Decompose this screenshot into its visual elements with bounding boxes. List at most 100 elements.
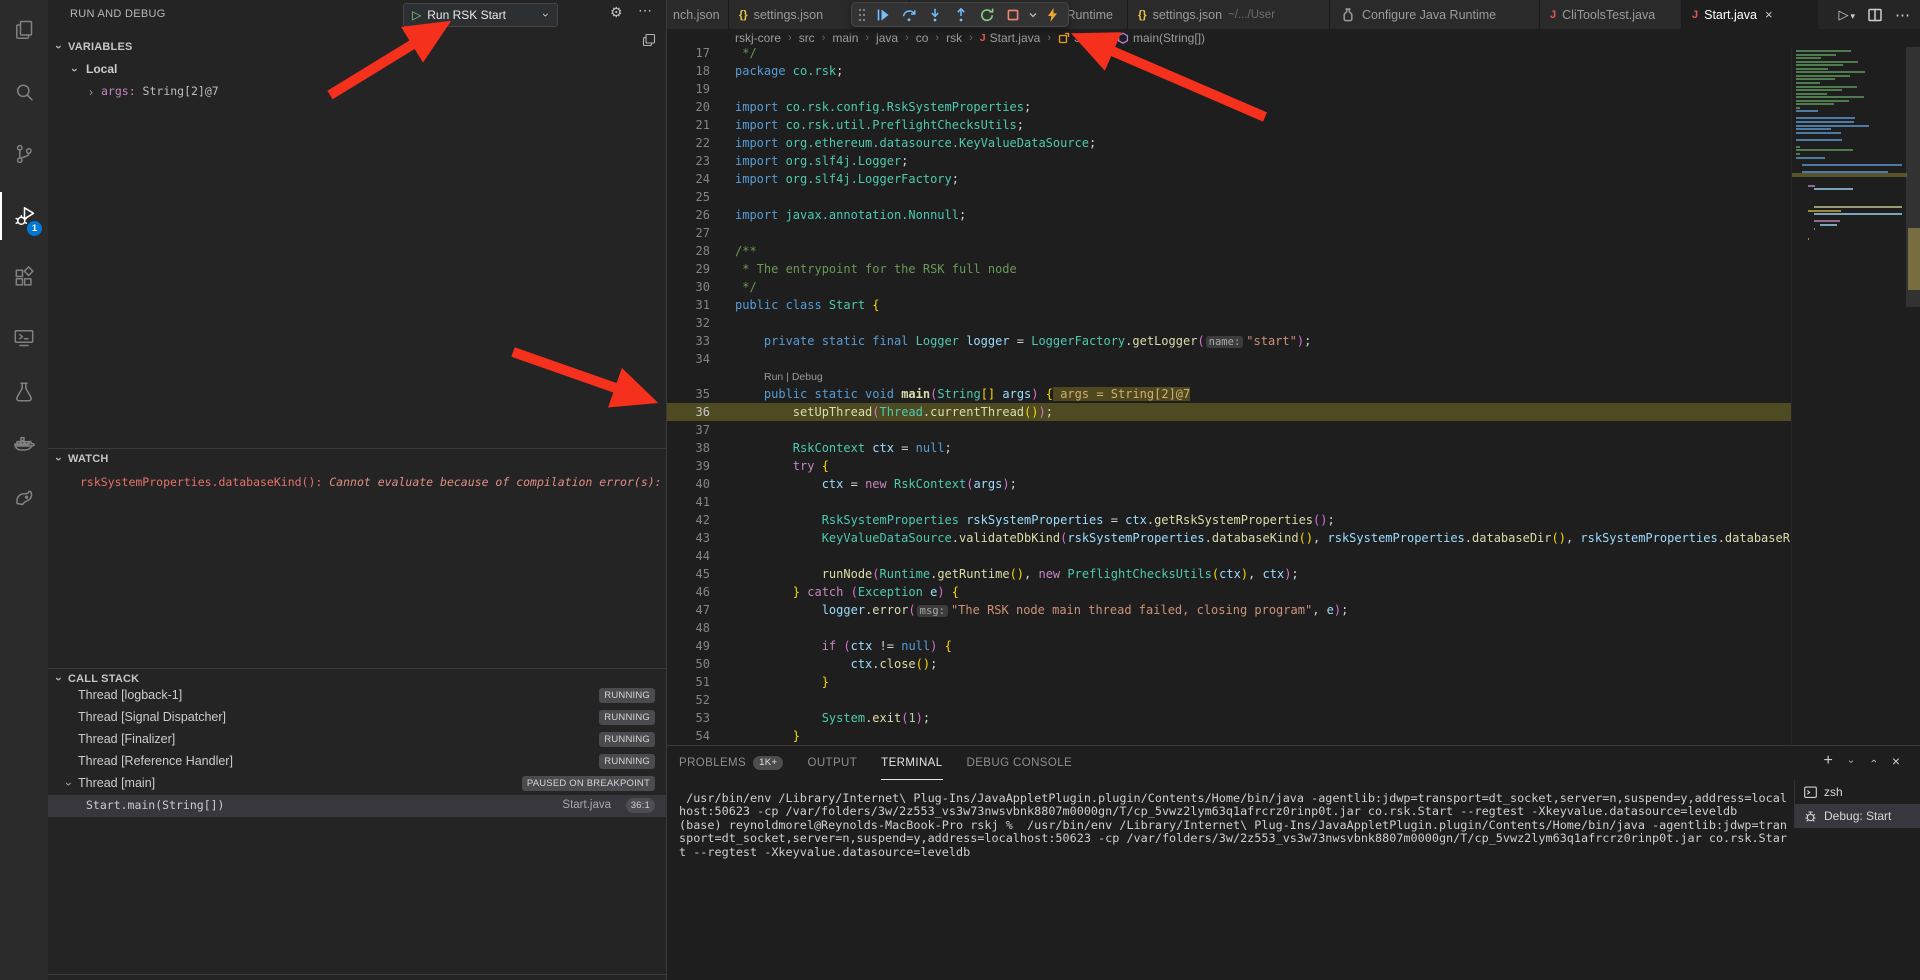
code-editor[interactable]: Run | Debug ▶ 17 */18package co.rsk;1920… xyxy=(667,47,1791,745)
line-number[interactable]: 41 xyxy=(667,493,710,511)
line-number[interactable]: 40 xyxy=(667,475,710,493)
debug-stop-button[interactable] xyxy=(1002,5,1024,25)
line-number[interactable]: 23 xyxy=(667,152,710,170)
activity-item-gradle[interactable] xyxy=(0,472,48,520)
split-editor-icon[interactable] xyxy=(1867,7,1883,23)
line-number[interactable]: 53 xyxy=(667,709,710,727)
debug-step-into-button[interactable] xyxy=(924,5,946,25)
terminal-list-item-zsh[interactable]: zsh xyxy=(1795,780,1920,804)
tab-settings-json[interactable]: {}settings.json~/.../User xyxy=(1128,0,1330,29)
line-number[interactable]: 32 xyxy=(667,314,710,332)
line-number[interactable]: 38 xyxy=(667,439,710,457)
editor-scrollbar[interactable] xyxy=(1906,47,1920,745)
line-number[interactable]: 25 xyxy=(667,188,710,206)
run-config-dropdown[interactable]: ▷ Run RSK Start › xyxy=(403,3,558,27)
watch-section-header[interactable]: › WATCH xyxy=(48,449,667,471)
editor-stack-icon[interactable] xyxy=(642,33,656,47)
activity-item-explorer[interactable] xyxy=(0,6,48,54)
codelens-run-debug[interactable]: Run | Debug xyxy=(764,371,823,383)
line-number[interactable]: 34 xyxy=(667,350,710,368)
line-number[interactable]: 45 xyxy=(667,565,710,583)
variables-scope-local[interactable]: › Local xyxy=(48,59,667,81)
more-actions-icon[interactable]: ⋯ xyxy=(1895,6,1910,24)
call-stack-thread-2[interactable]: Thread [Finalizer]RUNNING xyxy=(48,729,667,751)
debug-gripper-button[interactable] xyxy=(856,5,868,25)
line-number[interactable]: 36 xyxy=(667,403,710,421)
panel-tab-output[interactable]: OUTPUT xyxy=(807,746,857,780)
line-number[interactable]: 46 xyxy=(667,583,710,601)
line-number[interactable]: 30 xyxy=(667,278,710,296)
line-number[interactable]: 52 xyxy=(667,691,710,709)
debug-chevron-down[interactable] xyxy=(1028,5,1038,25)
gear-icon[interactable]: ⚙ xyxy=(610,4,623,21)
line-number[interactable]: 22 xyxy=(667,134,710,152)
line-number[interactable]: 37 xyxy=(667,421,710,439)
tab-nch-json-partial[interactable]: nch.json xyxy=(667,0,729,29)
close-panel-icon[interactable]: × xyxy=(1892,753,1900,769)
line-number[interactable]: 50 xyxy=(667,655,710,673)
breadcrumb-item-start[interactable]: Start xyxy=(1058,31,1099,45)
watch-expression-row[interactable]: rskSystemProperties.databaseKind(): Cann… xyxy=(48,471,667,493)
tab-start-java[interactable]: JStart.java× xyxy=(1682,0,1818,29)
maximize-panel-icon[interactable]: › xyxy=(1868,756,1880,766)
call-stack-thread-3[interactable]: Thread [Reference Handler]RUNNING xyxy=(48,751,667,773)
line-number[interactable]: 20 xyxy=(667,98,710,116)
debug-continue-button[interactable] xyxy=(872,5,894,25)
call-stack-thread-0[interactable]: Thread [logback-1]RUNNING xyxy=(48,685,667,707)
line-number[interactable]: 54 xyxy=(667,727,710,745)
call-stack-thread-4[interactable]: ›Thread [main]PAUSED ON BREAKPOINT xyxy=(48,773,667,795)
debug-step-out-button[interactable] xyxy=(950,5,972,25)
call-stack-frame-start-main[interactable]: Start.main(String[])Start.java36:1 xyxy=(48,795,667,817)
activity-item-docker[interactable] xyxy=(0,420,48,468)
line-number[interactable]: 47 xyxy=(667,601,710,619)
activity-item-testing[interactable] xyxy=(0,368,48,416)
new-terminal-icon[interactable]: + xyxy=(1823,754,1832,768)
line-number[interactable]: 43 xyxy=(667,529,710,547)
variable-args[interactable]: › args: String[2]@7 xyxy=(48,81,667,103)
line-number[interactable]: 19 xyxy=(667,80,710,98)
panel-tab-problems[interactable]: PROBLEMS1K+ xyxy=(679,746,783,780)
activity-item-run-and-debug[interactable]: 1 xyxy=(0,192,48,240)
breadcrumb-item-main[interactable]: main xyxy=(832,31,858,45)
line-number[interactable]: 42 xyxy=(667,511,710,529)
breadcrumb-item-co[interactable]: co xyxy=(916,31,929,45)
terminal-list-item-debug-start[interactable]: Debug: Start xyxy=(1795,804,1920,828)
more-actions-icon[interactable]: ⋯ xyxy=(638,2,652,19)
breadcrumb-item-start-java[interactable]: JStart.java xyxy=(980,31,1041,45)
tab-configure-java-runtime[interactable]: Configure Java Runtime xyxy=(1330,0,1540,29)
activity-item-search[interactable] xyxy=(0,68,48,116)
line-number[interactable]: 18 xyxy=(667,62,710,80)
breakpoints-section-header[interactable]: › BREAKPOINTS xyxy=(48,975,667,980)
debug-restart-button[interactable] xyxy=(976,5,998,25)
line-number[interactable]: 29 xyxy=(667,260,710,278)
activity-item-remote-explorer[interactable] xyxy=(0,314,48,362)
activity-item-extensions[interactable] xyxy=(0,254,48,302)
line-number[interactable]: 44 xyxy=(667,547,710,565)
panel-tab-terminal[interactable]: TERMINAL xyxy=(881,746,942,780)
breadcrumb-item-rsk[interactable]: rsk xyxy=(946,31,962,45)
line-number[interactable]: 48 xyxy=(667,619,710,637)
panel-tab-debug-console[interactable]: DEBUG CONSOLE xyxy=(967,746,1073,780)
breadcrumb-item-src[interactable]: src xyxy=(799,31,815,45)
line-number[interactable]: 24 xyxy=(667,170,710,188)
line-number[interactable]: 28 xyxy=(667,242,710,260)
line-number[interactable]: 51 xyxy=(667,673,710,691)
line-number[interactable]: 27 xyxy=(667,224,710,242)
debug-hot-code-replace-button[interactable] xyxy=(1042,5,1064,25)
breadcrumb-item-java[interactable]: java xyxy=(876,31,898,45)
line-number[interactable]: 21 xyxy=(667,116,710,134)
line-number[interactable]: 26 xyxy=(667,206,710,224)
line-number[interactable]: 39 xyxy=(667,457,710,475)
run-file-icon[interactable]: ▷▾ xyxy=(1838,7,1855,23)
line-number[interactable]: 17 xyxy=(667,47,710,62)
line-number[interactable]: 35 xyxy=(667,385,710,403)
line-number[interactable]: 49 xyxy=(667,637,710,655)
breadcrumb-item-main-string[interactable]: main(String[]) xyxy=(1117,31,1205,45)
minimap[interactable] xyxy=(1791,47,1907,745)
call-stack-thread-1[interactable]: Thread [Signal Dispatcher]RUNNING xyxy=(48,707,667,729)
variables-section-header[interactable]: › VARIABLES xyxy=(48,37,667,59)
close-icon[interactable]: × xyxy=(1765,7,1773,22)
breadcrumb-item-rskj-core[interactable]: rskj-core xyxy=(735,31,781,45)
tab-clitoolstest-java[interactable]: JCliToolsTest.java xyxy=(1540,0,1682,29)
chevron-down-icon[interactable]: › xyxy=(1845,756,1856,766)
